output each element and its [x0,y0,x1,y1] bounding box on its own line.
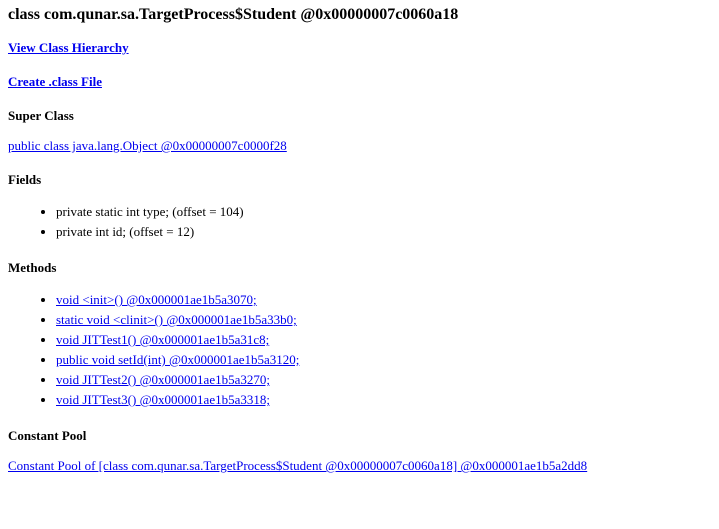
section-heading-constant-pool: Constant Pool [8,428,713,444]
method-link[interactable]: void <init>() @0x000001ae1b5a3070; [56,292,257,307]
constant-pool-link[interactable]: Constant Pool of [class com.qunar.sa.Tar… [8,458,587,473]
list-item: void JITTest1() @0x000001ae1b5a31c8; [56,330,713,350]
list-item: public void setId(int) @0x000001ae1b5a31… [56,350,713,370]
list-item: private static int type; (offset = 104) [56,202,713,222]
section-heading-super-class: Super Class [8,108,713,124]
method-link[interactable]: void JITTest1() @0x000001ae1b5a31c8; [56,332,269,347]
create-class-file-link[interactable]: Create .class File [8,74,102,89]
method-link[interactable]: public void setId(int) @0x000001ae1b5a31… [56,352,299,367]
list-item: static void <clinit>() @0x000001ae1b5a33… [56,310,713,330]
method-link[interactable]: void JITTest3() @0x000001ae1b5a3318; [56,392,270,407]
list-item: void JITTest2() @0x000001ae1b5a3270; [56,370,713,390]
super-class-link[interactable]: public class java.lang.Object @0x0000000… [8,138,287,153]
section-heading-fields: Fields [8,172,713,188]
section-heading-methods: Methods [8,260,713,276]
list-item: void <init>() @0x000001ae1b5a3070; [56,290,713,310]
page-title: class com.qunar.sa.TargetProcess$Student… [8,6,713,24]
method-link[interactable]: static void <clinit>() @0x000001ae1b5a33… [56,312,297,327]
fields-list: private static int type; (offset = 104) … [8,202,713,242]
list-item: private int id; (offset = 12) [56,222,713,242]
field-text: private int id; (offset = 12) [56,224,194,239]
field-text: private static int type; (offset = 104) [56,204,244,219]
view-class-hierarchy-link[interactable]: View Class Hierarchy [8,40,129,55]
list-item: void JITTest3() @0x000001ae1b5a3318; [56,390,713,410]
method-link[interactable]: void JITTest2() @0x000001ae1b5a3270; [56,372,270,387]
methods-list: void <init>() @0x000001ae1b5a3070; stati… [8,290,713,410]
